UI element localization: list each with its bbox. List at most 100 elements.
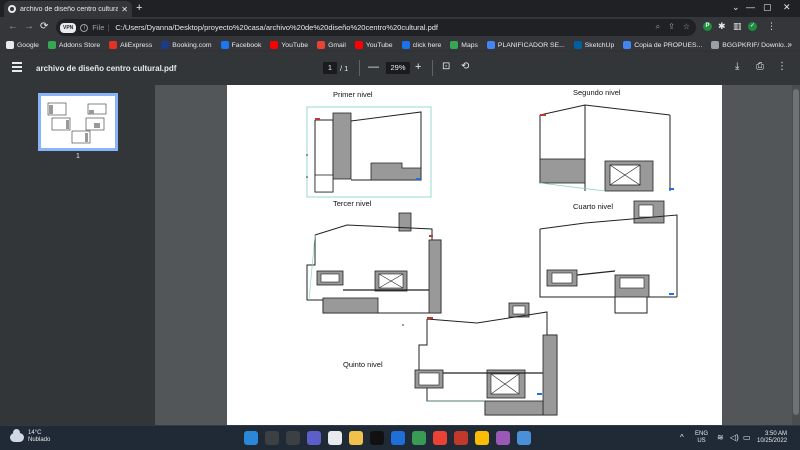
- bookmark-favicon-icon: [317, 41, 326, 49]
- vpn-badge[interactable]: VPN: [60, 22, 77, 33]
- tab-pdf[interactable]: archivo de diseño centro cultural.pdf ✕: [4, 1, 132, 17]
- chrome-active-icon[interactable]: [475, 431, 489, 445]
- bookmark-item[interactable]: Maps: [450, 41, 478, 49]
- chrome-icon[interactable]: [433, 431, 447, 445]
- bookmark-label: Facebook: [231, 41, 262, 49]
- minimize-button[interactable]: —: [746, 2, 755, 12]
- bookmark-item[interactable]: AliExpress: [109, 41, 152, 49]
- app-t-icon[interactable]: [328, 431, 342, 445]
- close-tab-icon[interactable]: ✕: [121, 5, 128, 14]
- bookmark-item[interactable]: click here: [401, 41, 442, 49]
- weather-desc: Nublado: [28, 437, 51, 443]
- dell-icon[interactable]: [370, 431, 384, 445]
- pdf-toolbar: archivo de diseño centro cultural.pdf 1 …: [0, 52, 800, 85]
- address-bar[interactable]: VPN i File | C:/Users/Dyanna/Desktop/pro…: [56, 19, 696, 36]
- chrome-menu-icon[interactable]: ⋮: [767, 21, 776, 32]
- bookmark-favicon-icon: [109, 41, 118, 49]
- start-windows-icon[interactable]: [244, 431, 258, 445]
- app-sketch-icon[interactable]: [517, 431, 531, 445]
- weather-widget[interactable]: 14°C Nublado: [10, 428, 51, 444]
- cloud-icon: [10, 428, 24, 442]
- zoom-search-icon[interactable]: ⌕: [656, 22, 660, 32]
- scheme-label: File: [92, 23, 105, 32]
- photos-icon[interactable]: [496, 431, 510, 445]
- close-window-button[interactable]: ✕: [783, 2, 791, 13]
- extension-p-icon[interactable]: P: [703, 22, 712, 31]
- bookmark-favicon-icon: [573, 41, 582, 49]
- clock-time: 3:50 AM: [765, 431, 788, 437]
- tab-strip: archivo de diseño centro cultural.pdf ✕ …: [0, 0, 800, 17]
- mcafee-icon[interactable]: [454, 431, 468, 445]
- volume-icon[interactable]: ◁): [730, 433, 739, 442]
- clock-date: 10/25/2022: [757, 438, 788, 444]
- edge-icon[interactable]: [391, 431, 405, 445]
- url-text[interactable]: C:/Users/Dyanna/Desktop/proyecto%20casa/…: [115, 23, 438, 32]
- taskbar-apps: [244, 431, 531, 445]
- bookmark-favicon-icon: [270, 41, 279, 49]
- print-icon[interactable]: ⎙: [756, 61, 764, 72]
- task-view-icon[interactable]: [286, 431, 300, 445]
- menu-icon[interactable]: [12, 62, 22, 72]
- bookmark-item[interactable]: YouTube: [354, 41, 393, 49]
- teams-chat-icon[interactable]: [307, 431, 321, 445]
- plan-tercer-nivel: [306, 212, 442, 314]
- pdf-page: Primer nivel Segundo nivel Tercer nivel …: [227, 85, 722, 425]
- bookmark-label: Gmail: [328, 41, 346, 49]
- download-icon[interactable]: ⤓: [735, 61, 739, 72]
- store-icon[interactable]: [412, 431, 426, 445]
- pdf-title: archivo de diseño centro cultural.pdf: [36, 64, 177, 73]
- bookmark-item[interactable]: PLANIFICADOR SE...: [486, 41, 565, 49]
- tray-chevron-icon[interactable]: ^: [680, 433, 684, 442]
- bookmark-item[interactable]: Gmail: [317, 41, 346, 49]
- system-clock[interactable]: 3:50 AM 10/25/2022: [757, 431, 787, 445]
- zoom-input[interactable]: 29%: [386, 62, 410, 74]
- reload-button[interactable]: ⟳: [40, 21, 48, 32]
- bookmark-item[interactable]: SketchUp: [573, 41, 614, 49]
- divider: [359, 60, 360, 76]
- file-explorer-icon[interactable]: [349, 431, 363, 445]
- side-panel-icon[interactable]: ▥: [733, 21, 742, 32]
- bookmark-label: AliExpress: [120, 41, 153, 49]
- bookmarks-overflow-icon[interactable]: »: [788, 40, 792, 49]
- bookmark-item[interactable]: Copia de PROPUES...: [623, 41, 702, 49]
- new-tab-button[interactable]: +: [136, 2, 142, 14]
- bookmark-item[interactable]: Google: [6, 41, 39, 49]
- rotate-icon[interactable]: ⟲: [461, 61, 469, 72]
- bookmark-favicon-icon: [47, 41, 56, 49]
- scrollbar-thumb[interactable]: [793, 89, 799, 415]
- info-icon[interactable]: i: [80, 23, 89, 32]
- bookmark-item[interactable]: YouTube: [270, 41, 308, 49]
- bookmark-star-icon[interactable]: ☆: [683, 22, 690, 32]
- profile-avatar[interactable]: ✓: [748, 22, 757, 31]
- language-indicator[interactable]: ENG US: [695, 431, 708, 445]
- thumbnail-sidebar: 1: [0, 85, 155, 425]
- weather-temp: 14°C: [28, 430, 42, 436]
- page-thumbnail[interactable]: [38, 93, 118, 151]
- fit-page-icon[interactable]: ⊡: [442, 61, 450, 72]
- bookmark-item[interactable]: Booking.com: [161, 41, 212, 49]
- zoom-in-button[interactable]: +: [415, 61, 421, 73]
- bookmark-item[interactable]: Facebook: [220, 41, 262, 49]
- search-icon[interactable]: [265, 431, 279, 445]
- globe-icon: [8, 5, 16, 13]
- bookmark-label: Copia de PROPUES...: [634, 41, 703, 49]
- restore-button[interactable]: ▢: [763, 2, 772, 13]
- browser-window: { "tab": {"title": "archivo de diseño ce…: [0, 0, 800, 450]
- region-code: US: [697, 438, 706, 444]
- bookmark-item[interactable]: BGGPKRIF/ Downlo...: [711, 41, 789, 49]
- zoom-out-button[interactable]: —: [368, 61, 379, 73]
- more-actions-icon[interactable]: ⋮: [777, 61, 787, 72]
- bookmark-label: click here: [412, 41, 442, 49]
- floor-plans-drawing: [306, 104, 678, 416]
- battery-icon[interactable]: ▭: [743, 433, 751, 442]
- page-number-input[interactable]: 1: [323, 62, 337, 74]
- bookmark-item[interactable]: Addons Store: [47, 41, 100, 49]
- tab-search-icon[interactable]: ⌄: [732, 2, 740, 13]
- share-icon[interactable]: ⇪: [668, 22, 675, 32]
- wifi-icon[interactable]: ≋: [717, 433, 724, 442]
- plan-cuarto-nivel: [539, 200, 678, 314]
- back-button[interactable]: ←: [8, 21, 18, 32]
- bookmarks-bar: Google Addons Store AliExpress Booking.com F…: [0, 38, 800, 52]
- forward-button[interactable]: →: [24, 21, 34, 32]
- extensions-puzzle-icon[interactable]: ✱: [718, 21, 726, 32]
